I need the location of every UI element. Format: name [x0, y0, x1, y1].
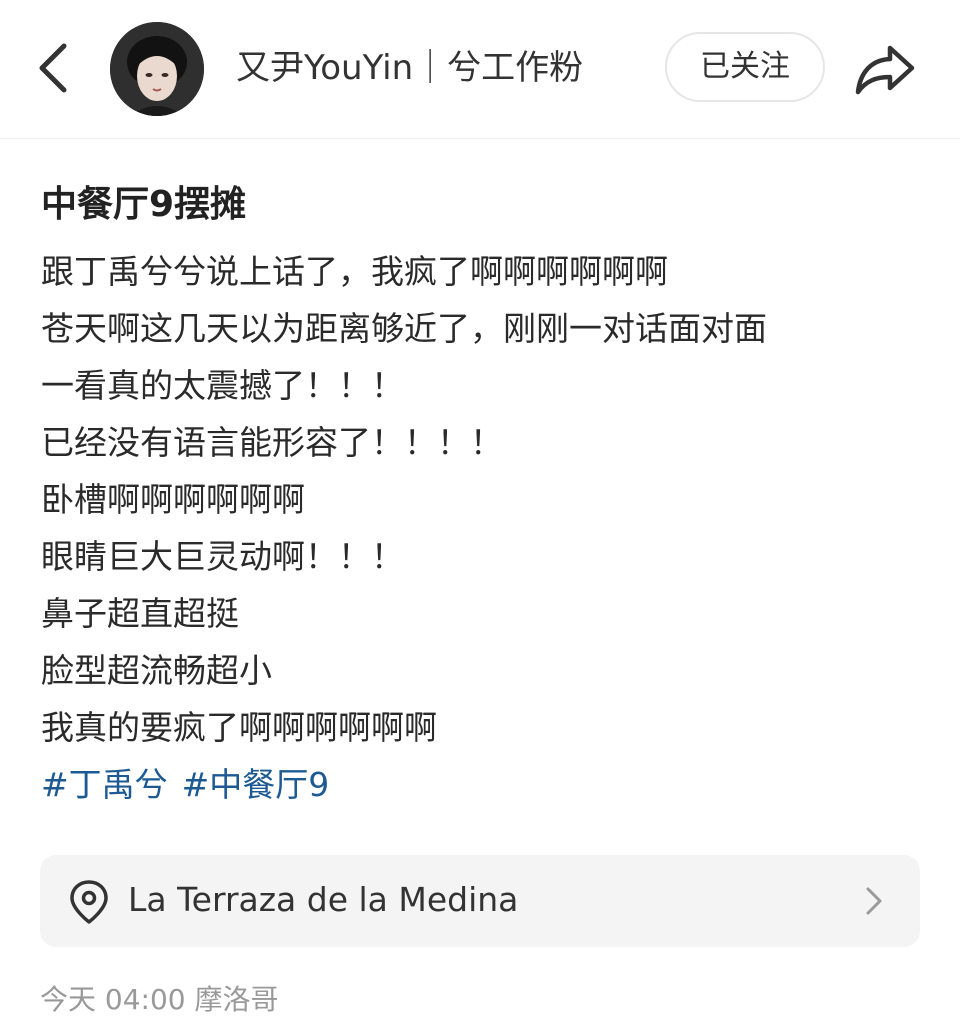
post-body-line: 苍天啊这几天以为距离够近了，刚刚一对话面对面	[41, 309, 767, 348]
chevron-left-icon	[39, 43, 67, 93]
post-body-line: 鼻子超直超挺	[41, 594, 239, 633]
post-body-line: 脸型超流畅超小	[41, 651, 272, 690]
hashtag-link[interactable]: #中餐厅9	[182, 765, 330, 804]
author-name[interactable]: 又尹YouYin｜兮工作粉	[236, 44, 583, 92]
location-card[interactable]: La Terraza de la Medina	[40, 855, 920, 947]
post-header: 又尹YouYin｜兮工作粉 已关注	[0, 0, 960, 139]
post-body: 跟丁禹兮兮说上话了，我疯了啊啊啊啊啊啊 苍天啊这几天以为距离够近了，刚刚一对话面…	[41, 243, 921, 756]
avatar-portrait	[110, 22, 204, 116]
follow-button[interactable]: 已关注	[665, 32, 825, 102]
post-body-line: 我真的要疯了啊啊啊啊啊啊	[41, 708, 437, 747]
hashtag-row: #丁禹兮 #中餐厅9	[41, 756, 921, 813]
share-button[interactable]	[852, 38, 918, 98]
post-body-line: 跟丁禹兮兮说上话了，我疯了啊啊啊啊啊啊	[41, 252, 668, 291]
share-arrow-icon	[855, 45, 915, 95]
chevron-right-icon	[866, 887, 882, 915]
post-body-line: 眼睛巨大巨灵动啊！！！	[41, 537, 404, 576]
post-body-line: 一看真的太震撼了！！！	[41, 366, 404, 405]
location-pin-icon	[70, 880, 108, 924]
hashtag-link[interactable]: #丁禹兮	[41, 765, 168, 804]
post-title: 中餐厅9摆摊	[41, 184, 247, 225]
post-meta: 今天 04:00 摩洛哥	[40, 983, 279, 1016]
back-button[interactable]	[30, 38, 80, 98]
avatar[interactable]	[110, 22, 204, 116]
post-body-line: 已经没有语言能形容了！！！！	[41, 423, 503, 462]
post-body-line: 卧槽啊啊啊啊啊啊	[41, 480, 305, 519]
post-content: 中餐厅9摆摊 跟丁禹兮兮说上话了，我疯了啊啊啊啊啊啊 苍天啊这几天以为距离够近了…	[41, 175, 921, 813]
location-name: La Terraza de la Medina	[128, 880, 519, 919]
